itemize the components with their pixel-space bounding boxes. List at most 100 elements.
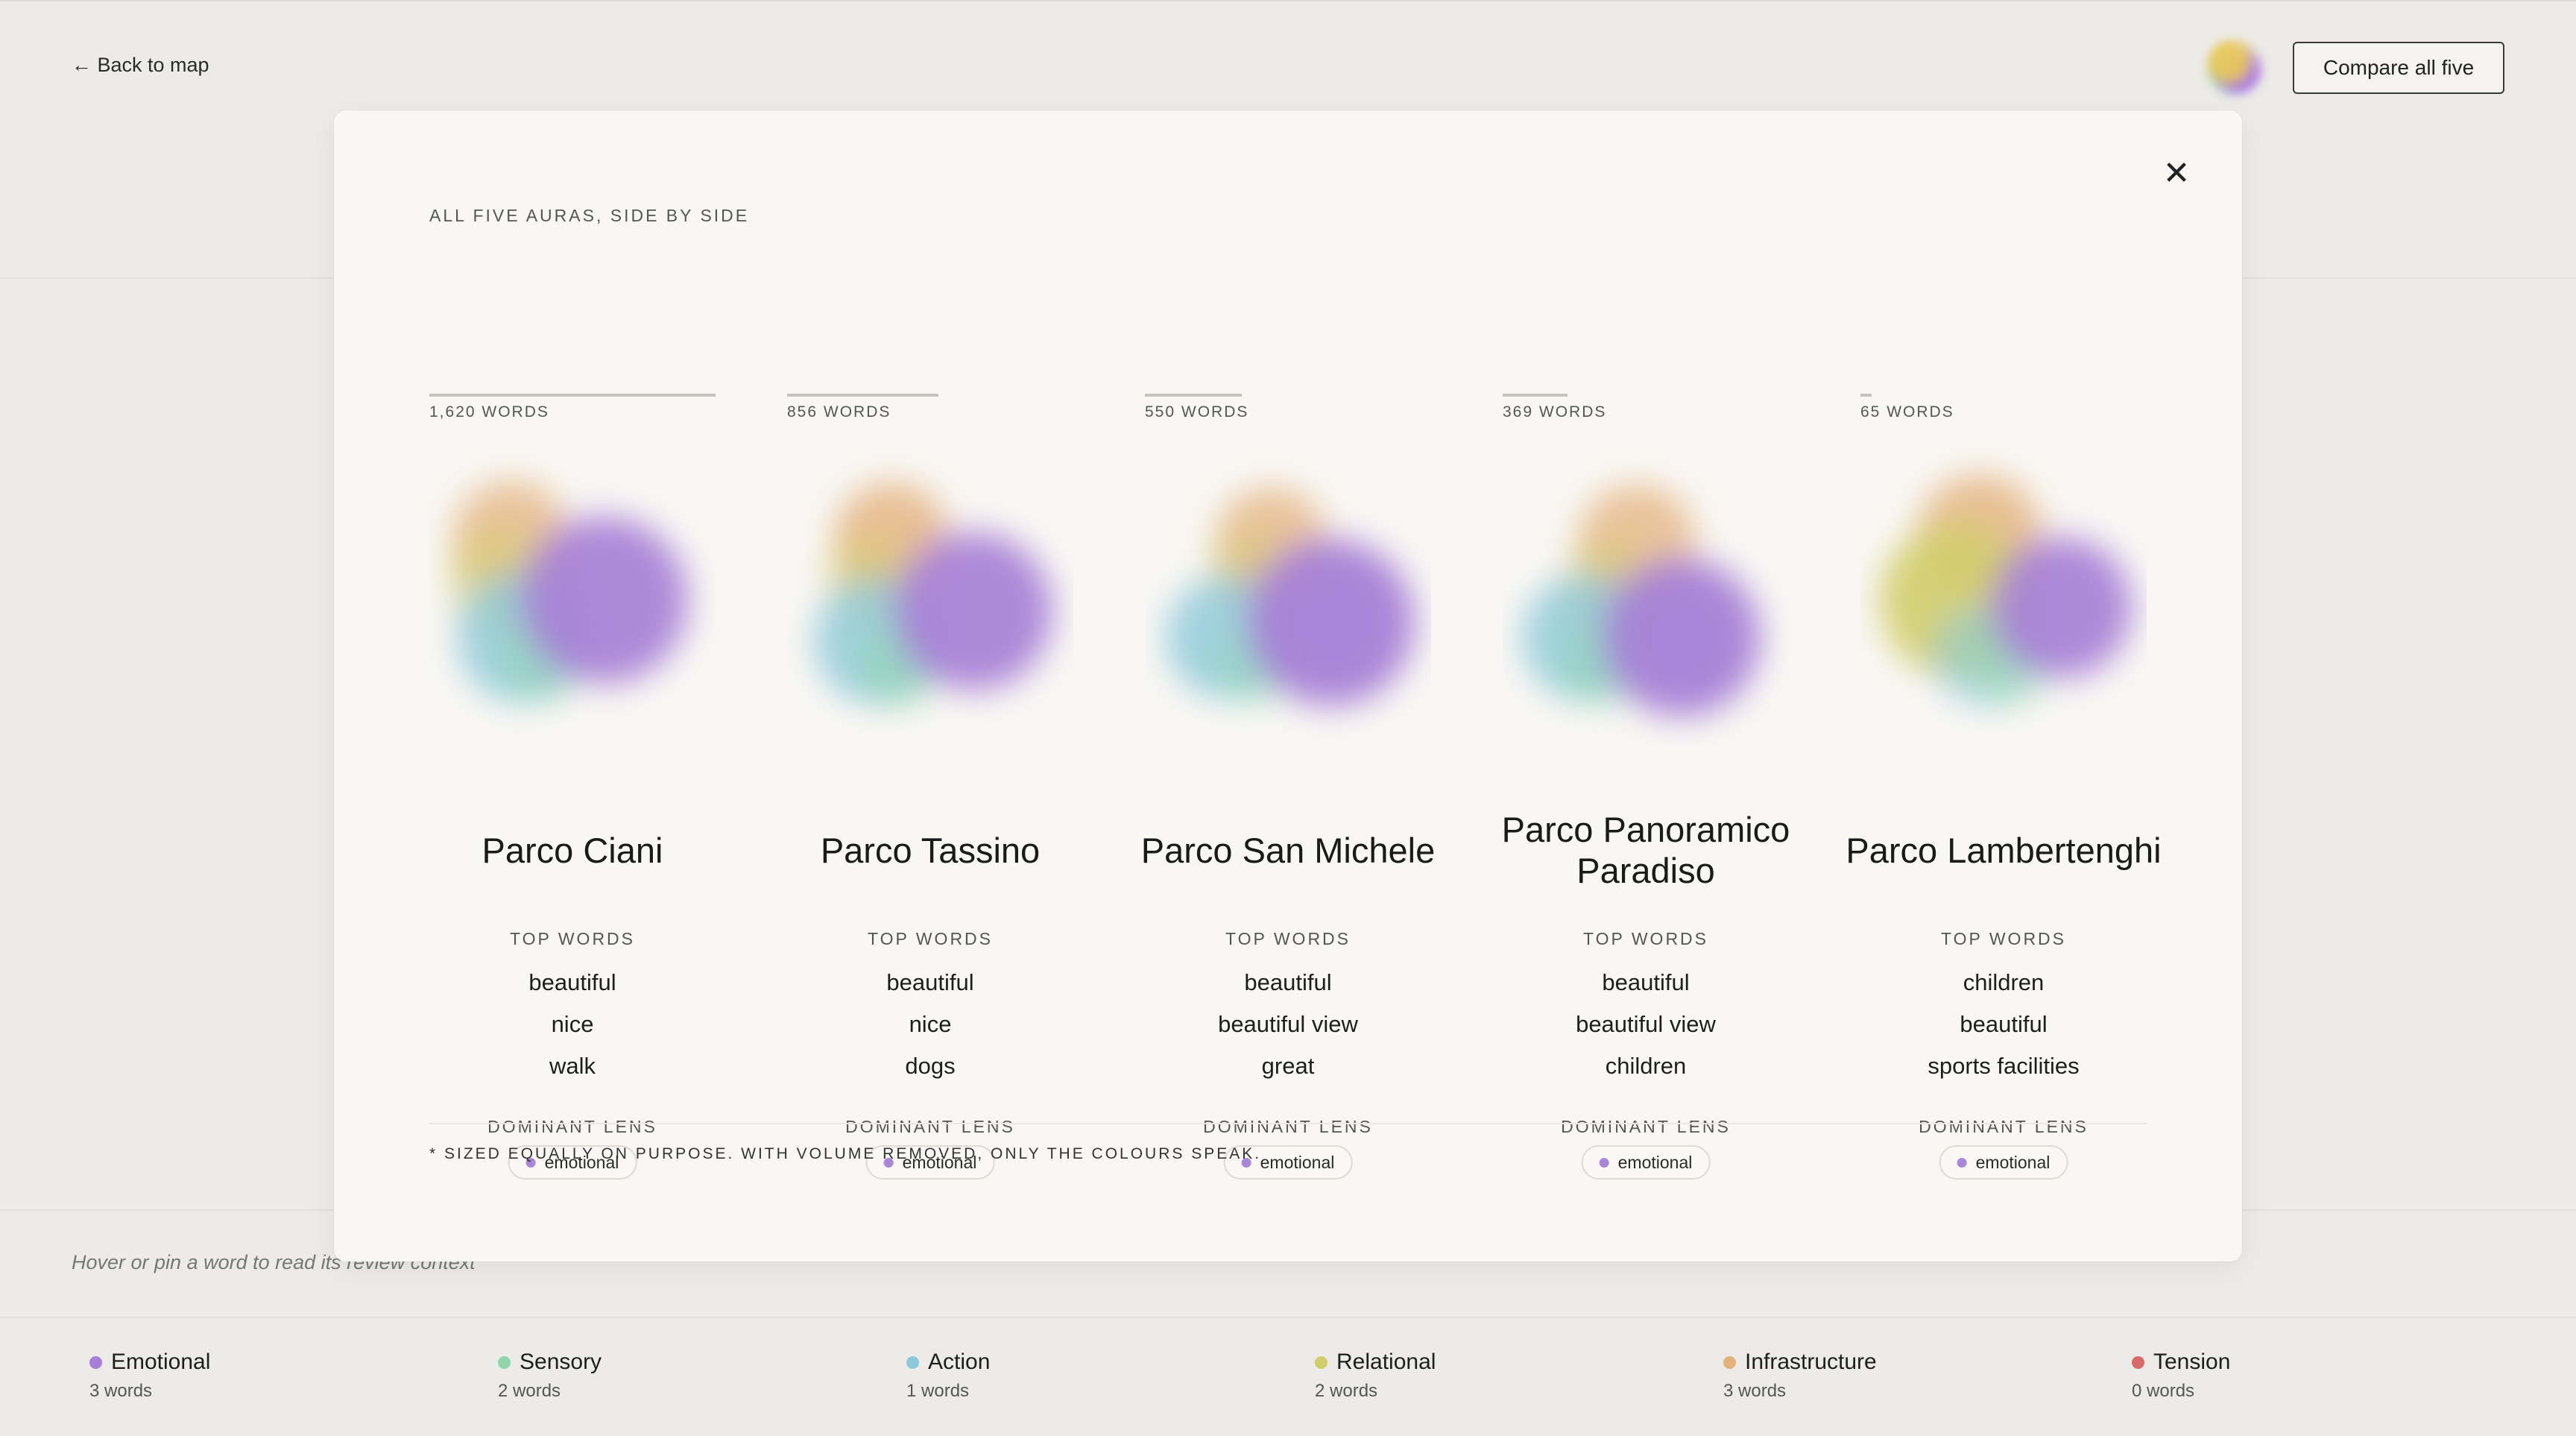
tension-dot-icon: [2132, 1355, 2144, 1369]
lens-name: emotional: [1975, 1152, 2051, 1172]
park-aura[interactable]: [429, 440, 716, 768]
word-volume-bar: [1503, 394, 1568, 397]
top-words-label: TOP WORDS: [1225, 929, 1351, 948]
top-word[interactable]: beautiful: [1860, 1004, 2147, 1045]
word-volume-bar: [1145, 394, 1242, 397]
top-words-list: beautiful beautiful view great: [1145, 962, 1431, 1087]
modal-divider: [429, 1123, 2147, 1124]
top-words-list: beautiful nice walk: [429, 962, 716, 1087]
park-name: Parco Panoramico Paradiso: [1501, 810, 1790, 890]
park-aura[interactable]: [787, 440, 1073, 768]
legend-count: 0 words: [2132, 1381, 2195, 1401]
aura-svg: [1166, 488, 1415, 706]
relational-dot-icon: [1315, 1355, 1328, 1369]
top-words-list: beautiful beautiful view children: [1503, 962, 1789, 1087]
top-word[interactable]: beautiful: [429, 962, 716, 1004]
top-word[interactable]: beautiful view: [1145, 1004, 1431, 1045]
legend-item-action[interactable]: Action 1 words: [906, 1350, 990, 1402]
infrastructure-dot-icon: [1723, 1355, 1736, 1369]
dominant-lens-badge: emotional: [1939, 1145, 2068, 1180]
top-word[interactable]: sports facilities: [1860, 1045, 2147, 1087]
park-column: 65 WORDS Parco Lambertenghi TOP WORDS ch…: [1846, 283, 2162, 1180]
park-column: 1,620 WORDS Parco Ciani TOP WORDS beauti…: [429, 283, 716, 1180]
legend-count: 3 words: [1723, 1381, 1787, 1401]
top-word[interactable]: children: [1860, 962, 2147, 1004]
top-edge: [0, 0, 2576, 1]
park-columns: 1,620 WORDS Parco Ciani TOP WORDS beauti…: [429, 283, 2218, 1180]
dominant-lens-label: DOMINANT LENS: [1561, 1117, 1731, 1136]
top-word[interactable]: beautiful: [787, 962, 1073, 1004]
park-aura[interactable]: [1145, 440, 1431, 768]
aura-svg: [1880, 474, 2132, 707]
legend-item-tension[interactable]: Tension 0 words: [2132, 1350, 2230, 1402]
top-word[interactable]: dogs: [787, 1045, 1073, 1087]
legend-label: Infrastructure: [1745, 1350, 1877, 1374]
aura-svg: [814, 482, 1052, 707]
legend-count: 2 words: [498, 1381, 561, 1401]
word-count-label: 369 WORDS: [1503, 403, 1607, 421]
back-link-label: ← Back to map: [72, 54, 209, 76]
top-words-label: TOP WORDS: [1583, 929, 1708, 948]
legend-item-emotional[interactable]: Emotional 3 words: [89, 1350, 210, 1402]
close-icon[interactable]: ✕: [2156, 152, 2197, 194]
compare-modal: ✕ ALL FIVE AURAS, SIDE BY SIDE 1,620 WOR…: [334, 110, 2242, 1262]
park-name: Parco Lambertenghi: [1846, 830, 2162, 870]
dominant-lens-badge: emotional: [1581, 1145, 1711, 1180]
park-column: 369 WORDS Parco Panoramico Paradiso TOP …: [1502, 283, 1790, 1180]
compare-all-button[interactable]: Compare all five: [2293, 42, 2504, 94]
emotional-dot-icon: [89, 1355, 102, 1369]
top-word[interactable]: nice: [787, 1004, 1073, 1045]
legend-item-infrastructure[interactable]: Infrastructure 3 words: [1723, 1350, 1877, 1402]
park-aura[interactable]: [1860, 440, 2147, 768]
park-name: Parco Ciani: [482, 830, 663, 870]
top-words-label: TOP WORDS: [510, 929, 635, 948]
dominant-lens-label: DOMINANT LENS: [487, 1117, 657, 1136]
park-column: 856 WORDS Parco Tassino TOP WORDS beauti…: [787, 283, 1073, 1180]
park-name: Parco Tassino: [820, 830, 1041, 870]
background-divider: [0, 1317, 2576, 1318]
top-word[interactable]: nice: [429, 1004, 716, 1045]
word-volume-bar: [1860, 394, 1872, 397]
aura-blob-emotional: [1603, 558, 1761, 717]
emotional-dot-icon: [1957, 1157, 1967, 1168]
legend-label: Sensory: [520, 1350, 602, 1374]
aura-blob-emotional: [1992, 538, 2132, 678]
legend-label: Relational: [1336, 1350, 1436, 1374]
top-words-list: beautiful nice dogs: [787, 962, 1073, 1087]
lens-name: emotional: [1617, 1152, 1693, 1172]
back-to-map-link[interactable]: ← Back to map: [72, 54, 209, 77]
park-name: Parco San Michele: [1140, 830, 1436, 870]
word-volume-bar: [787, 394, 938, 397]
park-column: 550 WORDS Parco San Michele TOP WORDS be…: [1141, 283, 1435, 1180]
legend-count: 2 words: [1315, 1381, 1378, 1401]
aura-blob-emotional: [521, 517, 688, 684]
top-word[interactable]: beautiful: [1145, 962, 1431, 1004]
aura-blob-emotional: [894, 532, 1052, 690]
top-word[interactable]: children: [1503, 1045, 1789, 1087]
top-word[interactable]: beautiful: [1503, 962, 1789, 1004]
word-count-label: 856 WORDS: [787, 403, 891, 421]
top-word[interactable]: great: [1145, 1045, 1431, 1087]
top-words-label: TOP WORDS: [1941, 929, 2066, 948]
word-count-label: 65 WORDS: [1860, 403, 1954, 421]
footnote: * SIZED EQUALLY ON PURPOSE. WITH VOLUME …: [429, 1145, 1262, 1162]
aura-svg: [448, 481, 688, 703]
legend-item-relational[interactable]: Relational 2 words: [1315, 1350, 1436, 1402]
legend-item-sensory[interactable]: Sensory 2 words: [498, 1350, 602, 1402]
park-aura[interactable]: [1503, 440, 1789, 768]
lens-legend: Emotional 3 words Sensory 2 words Action…: [89, 1350, 2504, 1417]
legend-label: Action: [928, 1350, 991, 1374]
dominant-lens-label: DOMINANT LENS: [1919, 1117, 2089, 1136]
dominant-lens-label: DOMINANT LENS: [845, 1117, 1015, 1136]
top-word[interactable]: beautiful view: [1503, 1004, 1789, 1045]
legend-count: 1 words: [906, 1381, 970, 1401]
top-words-label: TOP WORDS: [868, 929, 993, 948]
word-count-label: 550 WORDS: [1145, 403, 1249, 421]
emotional-dot-icon: [1599, 1157, 1609, 1168]
mini-aura-icon[interactable]: [2206, 39, 2263, 95]
top-word[interactable]: walk: [429, 1045, 716, 1087]
action-dot-icon: [906, 1355, 919, 1369]
dominant-lens-label: DOMINANT LENS: [1203, 1117, 1373, 1136]
aura-blob-emotional: [1248, 539, 1415, 706]
legend-label: Tension: [2153, 1350, 2231, 1374]
